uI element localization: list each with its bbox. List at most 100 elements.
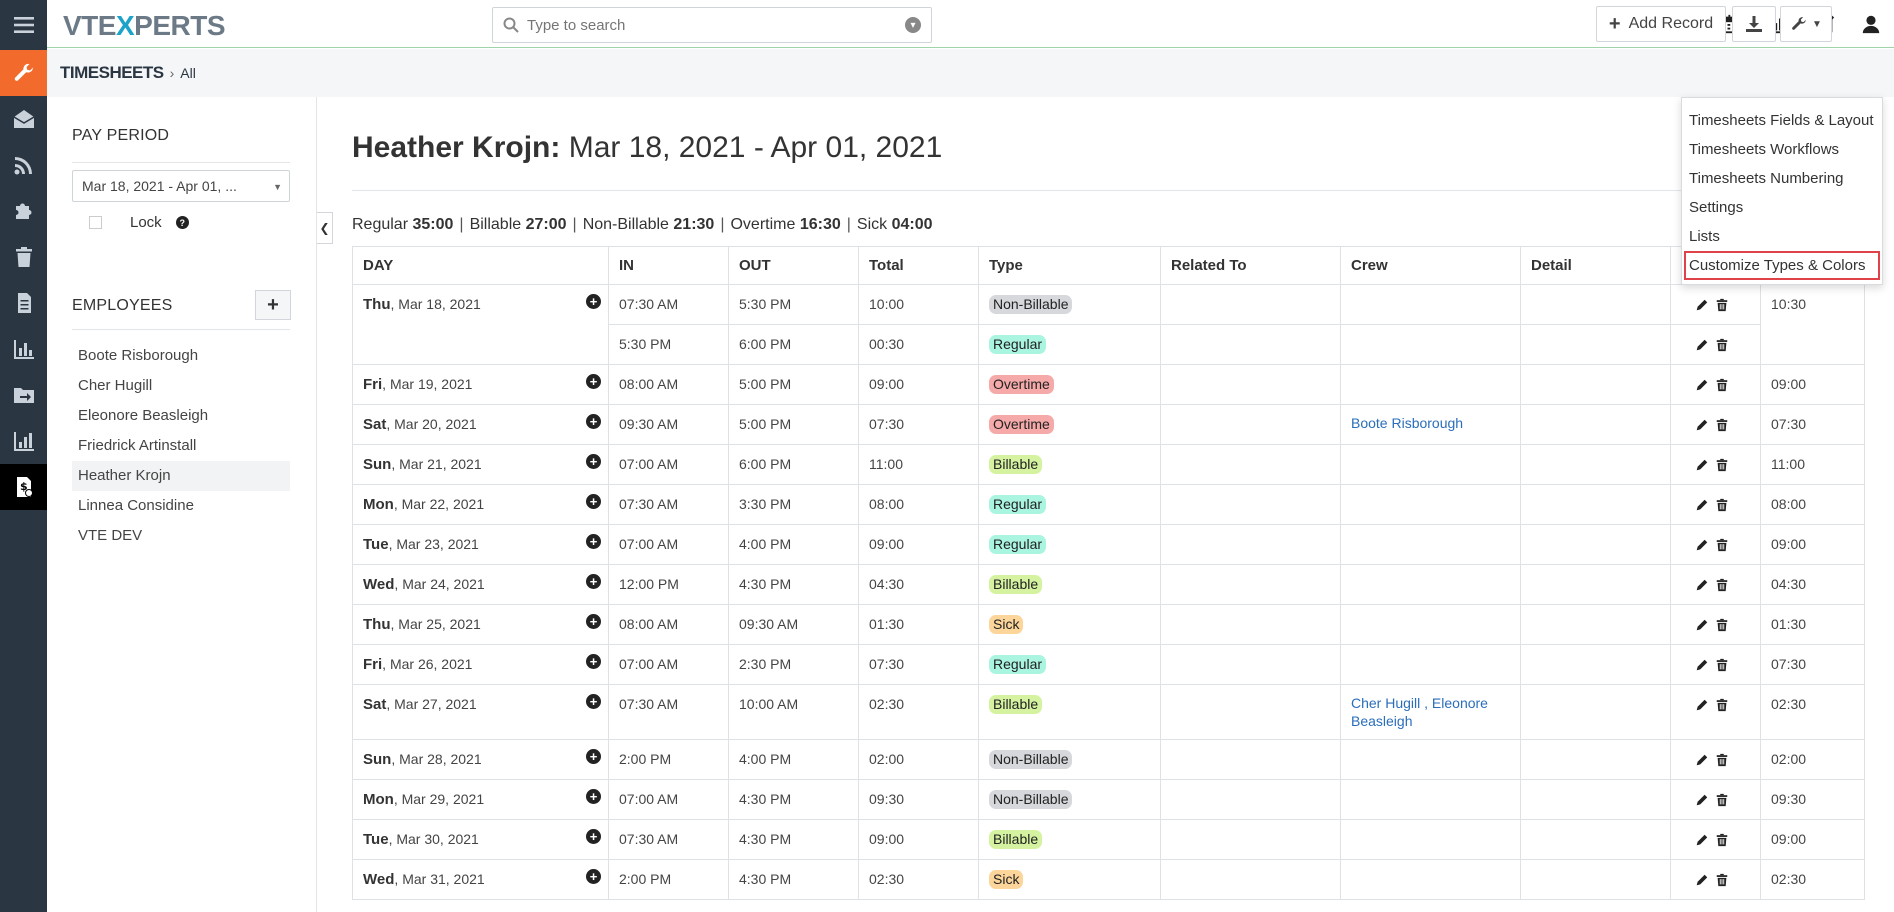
- delete-trash-icon[interactable]: [1715, 338, 1729, 355]
- delete-trash-icon[interactable]: [1715, 793, 1729, 810]
- delete-trash-icon[interactable]: [1715, 378, 1729, 395]
- employee-item[interactable]: Heather Krojn: [72, 461, 290, 491]
- help-question-icon[interactable]: ?: [175, 216, 189, 229]
- employee-item[interactable]: Boote Risborough: [72, 341, 290, 371]
- table-row[interactable]: Fri, Mar 26, 2021 +07:00 AM 2:30 PM 07:30 Re…: [352, 644, 1865, 685]
- pay-period-select[interactable]: Mar 18, 2021 - Apr 01, ... ▼: [72, 170, 290, 202]
- column-header[interactable]: IN: [608, 246, 729, 285]
- edit-pencil-icon[interactable]: [1695, 458, 1709, 475]
- add-entry-icon[interactable]: +: [586, 614, 601, 629]
- add-entry-icon[interactable]: +: [586, 654, 601, 669]
- add-employee-button[interactable]: +: [255, 290, 291, 320]
- settings-menu-item[interactable]: Timesheets Fields & Layout: [1682, 106, 1882, 135]
- edit-pencil-icon[interactable]: [1695, 833, 1709, 850]
- vtexperts-logo[interactable]: VTEXPERTS: [63, 10, 226, 42]
- add-record-button[interactable]: + Add Record: [1596, 6, 1726, 42]
- edit-pencil-icon[interactable]: [1695, 658, 1709, 675]
- breadcrumb-view[interactable]: All: [180, 65, 196, 81]
- edit-pencil-icon[interactable]: [1695, 378, 1709, 395]
- table-row[interactable]: Tue, Mar 23, 2021 +07:00 AM 4:00 PM 09:00 Re…: [352, 524, 1865, 565]
- column-header[interactable]: DAY: [352, 246, 609, 285]
- user-profile-icon[interactable]: [1848, 0, 1894, 48]
- employee-item[interactable]: Eleonore Beasleigh: [72, 401, 290, 431]
- add-entry-icon[interactable]: +: [586, 869, 601, 884]
- table-row[interactable]: Tue, Mar 30, 2021 +07:30 AM 4:30 PM 09:00 Bi…: [352, 819, 1865, 860]
- delete-trash-icon[interactable]: [1715, 298, 1729, 315]
- edit-pencil-icon[interactable]: [1695, 618, 1709, 635]
- table-row[interactable]: Sat, Mar 27, 2021 +07:30 AM 10:00 AM 02:30 B…: [352, 684, 1865, 740]
- settings-menu-item[interactable]: Customize Types & Colors: [1684, 251, 1880, 280]
- puzzle-icon[interactable]: [0, 188, 47, 234]
- column-header[interactable]: OUT: [728, 246, 859, 285]
- hamburger-menu-icon[interactable]: [0, 0, 47, 50]
- employee-item[interactable]: Linnea Considine: [72, 491, 290, 521]
- settings-menu-item[interactable]: Lists: [1682, 222, 1882, 251]
- add-entry-icon[interactable]: +: [586, 454, 601, 469]
- column-header[interactable]: Related To: [1160, 246, 1341, 285]
- add-entry-icon[interactable]: +: [586, 789, 601, 804]
- delete-trash-icon[interactable]: [1715, 658, 1729, 675]
- edit-pencil-icon[interactable]: [1695, 538, 1709, 555]
- table-row[interactable]: Sun, Mar 21, 2021 +07:00 AM 6:00 PM 11:00 Bi…: [352, 444, 1865, 485]
- download-button[interactable]: [1732, 6, 1776, 42]
- breadcrumb-module[interactable]: TIMESHEETS: [60, 63, 164, 82]
- folder-arrow-icon[interactable]: [0, 372, 47, 418]
- collapse-panel-chevron-icon[interactable]: ❮: [317, 212, 333, 244]
- employee-item[interactable]: Friedrick Artinstall: [72, 431, 290, 461]
- add-entry-icon[interactable]: +: [586, 534, 601, 549]
- delete-trash-icon[interactable]: [1715, 753, 1729, 770]
- search-options-chevron-icon[interactable]: ▾: [905, 17, 921, 33]
- table-row[interactable]: Mon, Mar 29, 2021 +07:00 AM 4:30 PM 09:30 No…: [352, 779, 1865, 820]
- table-row[interactable]: Mon, Mar 22, 2021 +07:30 AM 3:30 PM 08:00 Re…: [352, 484, 1865, 525]
- delete-trash-icon[interactable]: [1715, 873, 1729, 890]
- add-entry-icon[interactable]: +: [586, 694, 601, 709]
- table-row[interactable]: Wed, Mar 24, 2021 +12:00 PM 4:30 PM 04:30 Bi…: [352, 564, 1865, 605]
- settings-wrench-button[interactable]: ▼: [1780, 6, 1832, 42]
- edit-pencil-icon[interactable]: [1695, 578, 1709, 595]
- settings-menu-item[interactable]: Settings: [1682, 193, 1882, 222]
- edit-pencil-icon[interactable]: [1695, 498, 1709, 515]
- rss-feed-icon[interactable]: [0, 142, 47, 188]
- delete-trash-icon[interactable]: [1715, 498, 1729, 515]
- table-row[interactable]: Sun, Mar 28, 2021 +2:00 PM 4:00 PM 02:00 Non…: [352, 739, 1865, 780]
- delete-trash-icon[interactable]: [1715, 698, 1729, 715]
- edit-pencil-icon[interactable]: [1695, 793, 1709, 810]
- table-row[interactable]: 5:30 PM 6:00 PM 00:30 Regular: [352, 324, 1865, 365]
- edit-pencil-icon[interactable]: [1695, 873, 1709, 890]
- add-entry-icon[interactable]: +: [586, 294, 601, 309]
- add-entry-icon[interactable]: +: [586, 574, 601, 589]
- employee-item[interactable]: VTE DEV: [72, 521, 290, 551]
- table-row[interactable]: Thu, Mar 18, 2021 +07:30 AM 5:30 PM 10:00 No…: [352, 284, 1865, 325]
- analytics-chart-icon[interactable]: [0, 418, 47, 464]
- delete-trash-icon[interactable]: [1715, 458, 1729, 475]
- edit-pencil-icon[interactable]: [1695, 298, 1709, 315]
- add-entry-icon[interactable]: +: [586, 829, 601, 844]
- add-entry-icon[interactable]: +: [586, 749, 601, 764]
- table-row[interactable]: Thu, Mar 25, 2021 +08:00 AM 09:30 AM 01:30 S…: [352, 604, 1865, 645]
- wrench-icon[interactable]: [0, 50, 47, 96]
- document-icon[interactable]: [0, 280, 47, 326]
- table-row[interactable]: Fri, Mar 19, 2021 +08:00 AM 5:00 PM 09:00 Ov…: [352, 364, 1865, 405]
- employee-item[interactable]: Cher Hugill: [72, 371, 290, 401]
- edit-pencil-icon[interactable]: [1695, 418, 1709, 435]
- settings-menu-item[interactable]: Timesheets Workflows: [1682, 135, 1882, 164]
- column-header[interactable]: Total: [858, 246, 979, 285]
- column-header[interactable]: Detail: [1520, 246, 1671, 285]
- timesheet-dollar-icon[interactable]: $: [0, 464, 47, 510]
- settings-menu-item[interactable]: Timesheets Numbering: [1682, 164, 1882, 193]
- crew-link[interactable]: Boote Risborough: [1351, 415, 1463, 431]
- bar-chart-icon[interactable]: [0, 326, 47, 372]
- add-entry-icon[interactable]: +: [586, 414, 601, 429]
- lock-checkbox[interactable]: [89, 216, 102, 229]
- add-entry-icon[interactable]: +: [586, 494, 601, 509]
- crew-link[interactable]: Cher Hugill , Eleonore Beasleigh: [1351, 695, 1488, 729]
- table-row[interactable]: Wed, Mar 31, 2021 +2:00 PM 4:30 PM 02:30 Sic…: [352, 859, 1865, 900]
- column-header[interactable]: Crew: [1340, 246, 1521, 285]
- add-entry-icon[interactable]: +: [586, 374, 601, 389]
- delete-trash-icon[interactable]: [1715, 538, 1729, 555]
- edit-pencil-icon[interactable]: [1695, 698, 1709, 715]
- trash-icon[interactable]: [0, 234, 47, 280]
- delete-trash-icon[interactable]: [1715, 833, 1729, 850]
- edit-pencil-icon[interactable]: [1695, 338, 1709, 355]
- search-input[interactable]: [527, 16, 905, 34]
